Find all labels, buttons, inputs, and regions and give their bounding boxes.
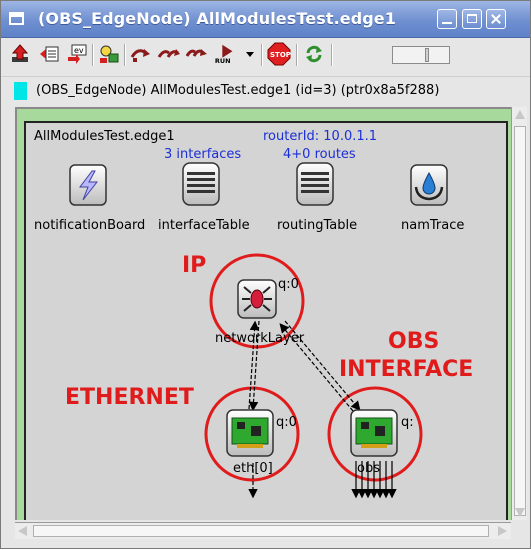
submodule-label: namTrace [401,218,464,233]
submodule-label: networkLayer [215,331,305,346]
module-diagram: AllModulesTest.edge1 routerId: 10.0.1.1 … [34,129,473,499]
routes-count-label: 4+0 routes [283,147,356,162]
submodule-obs[interactable]: q: obs [350,409,414,476]
ethernet-annotation: ETHERNET [65,385,194,410]
module-title: AllModulesTest.edge1 [34,129,175,144]
submodule-networklayer[interactable]: q:0 networkLayer [215,277,305,346]
obs-annotation-line2: INTERFACE [339,357,473,382]
queue-label: q:0 [276,415,297,430]
ip-annotation: IP [182,253,206,278]
submodule-interfacetable[interactable]: interfaceTable [158,162,250,233]
submodule-label: notificationBoard [34,218,145,233]
inspector-window: (OBS_EdgeNode) AllModulesTest.edge1 ev R… [0,0,531,549]
submodule-label: routingTable [277,218,357,233]
queue-label: q:0 [278,277,299,292]
interfaces-count-label: 3 interfaces [164,147,241,162]
obs-annotation-line1: OBS [388,329,439,354]
submodule-namtrace[interactable]: namTrace [401,164,464,233]
submodule-label: interfaceTable [158,218,250,233]
submodule-routingtable[interactable]: routingTable [277,162,357,233]
submodule-label: obs [357,461,380,476]
obs-output-gates [351,461,397,499]
queue-label: q: [401,415,414,430]
submodule-label: eth[0] [233,461,273,476]
router-id-label: routerId: 10.0.1.1 [263,129,377,144]
submodule-notificationboard[interactable]: notificationBoard [34,164,145,233]
